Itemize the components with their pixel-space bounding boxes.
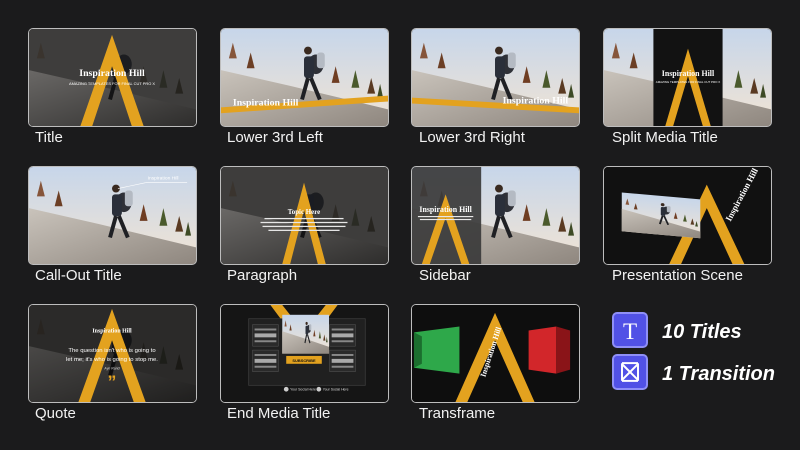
lower-3rd-right-caption: Inspiration Hill [503,95,569,106]
tile-label-presentation-scene: Presentation Scene [612,267,743,284]
quote-line-1: The question isn't who is going to [68,348,156,354]
tile-label-paragraph: Paragraph [227,267,298,284]
svg-text:”: ” [108,371,117,391]
tile-label-call-out-title: Call-Out Title [35,267,122,284]
split-media-caption: Inspiration Hill [662,69,715,78]
tile-label-sidebar: Sidebar [419,267,471,284]
tile-transframe[interactable]: Inspiration Hill [411,304,580,403]
tile-title[interactable]: Inspiration Hill AMAZING TEMPLATES FOR F… [28,28,197,127]
quote-author: Ayn Rand [103,367,119,371]
split-media-title-thumbnail: Inspiration Hill AMAZING TEMPLATES FOR F… [604,29,771,126]
tile-label-lower-3rd-right: Lower 3rd Right [419,129,525,146]
tile-label-split-media-title: Split Media Title [612,129,718,146]
tile-sidebar[interactable]: Inspiration Hill [411,166,580,265]
presentation-scene-thumbnail: Inspiration Hill [604,167,771,264]
titles-icon-glyph: T [623,318,637,344]
title-caption: Inspiration Hill [79,68,145,79]
quote-caption: Inspiration Hill [92,328,132,334]
paragraph-thumbnail: Topic Here [221,167,388,264]
quote-line-2: let me; it's who is going to stop me. [66,357,158,363]
call-out-title-thumbnail: Inspiration Hill [29,167,196,264]
tile-call-out-title[interactable]: Inspiration Hill [28,166,197,265]
end-media-button: SUBSCRIBE [292,358,316,363]
lower-3rd-right-thumbnail: Inspiration Hill [412,29,579,126]
end-media-title-thumbnail: SUBSCRIBE Your Social Here Your Social H… [221,305,388,402]
transition-count: 1 Transition [662,363,775,385]
split-media-sub: AMAZING TEMPLATES FOR FINAL CUT PRO X [656,80,721,84]
titles-icon: T [612,312,648,348]
tile-end-media-title[interactable]: SUBSCRIBE Your Social Here Your Social H… [220,304,389,403]
sidebar-thumbnail: Inspiration Hill [412,167,579,264]
titles-count: 10 Titles [662,321,742,343]
lower-3rd-left-caption: Inspiration Hill [233,97,299,108]
title-thumbnail: Inspiration Hill AMAZING TEMPLATES FOR F… [29,29,196,126]
end-media-social-left: Your Social Here [290,388,316,392]
tile-label-title: Title [35,129,63,146]
tile-label-transframe: Transframe [419,405,496,422]
tile-quote[interactable]: Inspiration Hill The question isn't who … [28,304,197,403]
transition-icon [612,354,648,390]
quote-thumbnail: Inspiration Hill The question isn't who … [29,305,196,402]
end-media-social-right: Your Social Here [323,388,349,392]
paragraph-caption: Topic Here [288,209,320,216]
call-out-caption: Inspiration Hill [148,176,179,182]
tile-presentation-scene[interactable]: Inspiration Hill [603,166,772,265]
tile-split-media-title[interactable]: Inspiration Hill AMAZING TEMPLATES FOR F… [603,28,772,127]
tile-label-end-media-title: End Media Title [227,405,331,422]
tile-label-lower-3rd-left: Lower 3rd Left [227,129,323,146]
tile-paragraph[interactable]: Topic Here [220,166,389,265]
lower-3rd-left-thumbnail: Inspiration Hill [221,29,388,126]
sidebar-caption: Inspiration Hill [419,205,472,214]
tile-lower-3rd-right[interactable]: Inspiration Hill [411,28,580,127]
tile-lower-3rd-left[interactable]: Inspiration Hill [220,28,389,127]
title-sub: AMAZING TEMPLATES FOR FINAL CUT PRO X [69,81,155,86]
tile-label-quote: Quote [35,405,76,422]
transframe-thumbnail: Inspiration Hill [412,305,579,402]
